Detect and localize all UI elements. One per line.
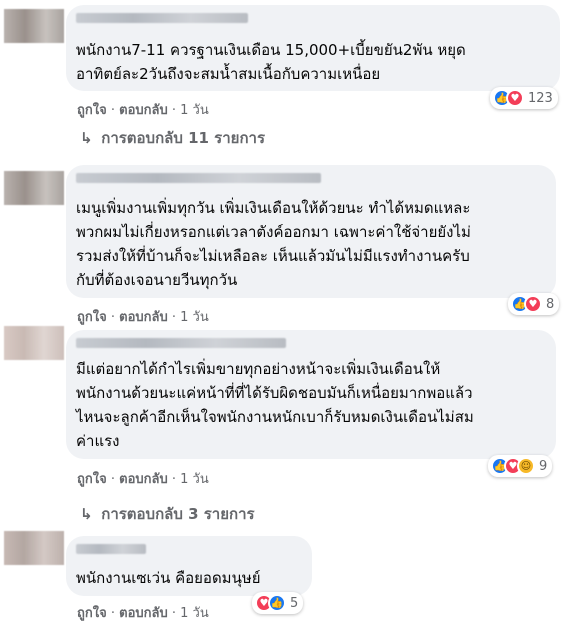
reaction-summary[interactable]: 👍 ♥ ☺ 9 [488, 455, 553, 477]
comment-text-line: รวมส่งให้ที่บ้านก็จะไม่เหลือละ เห็นแล้วม… [76, 247, 470, 265]
timestamp[interactable]: 1 วัน [180, 103, 209, 118]
avatar[interactable] [4, 171, 64, 205]
replies-label: การตอบกลับ 3 รายการ [101, 505, 255, 523]
heart-icon: ♥ [506, 89, 524, 107]
reaction-summary[interactable]: ♥ 👍 5 [252, 592, 304, 614]
commenter-name[interactable] [76, 544, 146, 554]
like-link[interactable]: ถูกใจ [77, 606, 107, 621]
comment-text-line: เมนูเพิ่มงานเพิ่มทุกวัน เพิ่มเงินเดือนให… [76, 199, 471, 217]
timestamp[interactable]: 1 วัน [180, 606, 209, 621]
reaction-count: 123 [528, 90, 553, 106]
comment-text-line: พนักงานเซเว่น คือยอดมนุษย์ [76, 569, 261, 587]
reply-link[interactable]: ตอบกลับ [119, 103, 168, 118]
replies-label: การตอบกลับ 11 รายการ [101, 129, 266, 147]
view-replies-link[interactable]: ↳ การตอบกลับ 11 รายการ [80, 126, 265, 150]
timestamp[interactable]: 1 วัน [180, 472, 209, 487]
commenter-name[interactable] [76, 173, 321, 183]
comment-actions: ถูกใจ · ตอบกลับ · 1 วัน [77, 606, 209, 621]
heart-icon: ♥ [524, 295, 542, 313]
thumbs-up-icon: 👍 [268, 594, 286, 612]
comment-text-line: พนักงานด้วยนะแค่หน้าที่ที่ได้รับผิดชอบมั… [76, 384, 473, 402]
reply-arrow-icon: ↳ [80, 505, 93, 523]
laugh-icon: ☺ [517, 457, 535, 475]
reaction-count: 8 [546, 296, 555, 312]
reply-link[interactable]: ตอบกลับ [119, 472, 168, 487]
comment-text-line: ค่าแรง [76, 432, 120, 450]
comment-actions: ถูกใจ · ตอบกลับ · 1 วัน [77, 472, 209, 487]
commenter-name[interactable] [76, 13, 248, 23]
avatar[interactable] [4, 326, 64, 360]
reaction-summary[interactable]: 👍 ♥ 8 [508, 293, 560, 315]
comment-text-line: ไหนจะลูกค้าอีกเห็นใจพนักงานหนักเบาก็รับห… [76, 408, 474, 426]
reaction-count: 9 [539, 458, 548, 474]
comment-actions: ถูกใจ · ตอบกลับ · 1 วัน [77, 310, 209, 325]
avatar[interactable] [4, 531, 64, 565]
reply-arrow-icon: ↳ [80, 129, 93, 147]
like-link[interactable]: ถูกใจ [77, 472, 107, 487]
comment-bubble: มีแต่อยากได้กำไรเพิ่มขายทุกอย่างหน้าจะเพ… [66, 330, 556, 459]
timestamp[interactable]: 1 วัน [180, 310, 209, 325]
comment-bubble: พนักงาน7-11 ควรฐานเงินเดือน 15,000+เบี้ย… [66, 5, 560, 91]
comment-bubble: เมนูเพิ่มงานเพิ่มทุกวัน เพิ่มเงินเดือนให… [66, 165, 556, 298]
reaction-summary[interactable]: 👍 ♥ 123 [490, 87, 558, 109]
comment-text-line: กับที่ต้องเจอนายวีนทุกวัน [76, 271, 238, 289]
view-replies-link[interactable]: ↳ การตอบกลับ 3 รายการ [80, 502, 255, 526]
comment-text-line: พนักงาน7-11 ควรฐานเงินเดือน 15,000+เบี้ย… [76, 41, 466, 59]
comment-text-line: มีแต่อยากได้กำไรเพิ่มขายทุกอย่างหน้าจะเพ… [76, 360, 441, 378]
commenter-name[interactable] [76, 338, 286, 348]
avatar[interactable] [4, 9, 64, 43]
comment-text-line: อาทิตย์ละ2วันถึงจะสมน้ำสมเนื้อกับความเหน… [76, 65, 381, 83]
reply-link[interactable]: ตอบกลับ [119, 310, 168, 325]
reaction-count: 5 [290, 595, 299, 611]
like-link[interactable]: ถูกใจ [77, 103, 107, 118]
comment-actions: ถูกใจ · ตอบกลับ · 1 วัน [77, 103, 209, 118]
reply-link[interactable]: ตอบกลับ [119, 606, 168, 621]
comment-bubble: พนักงานเซเว่น คือยอดมนุษย์ [66, 536, 312, 596]
like-link[interactable]: ถูกใจ [77, 310, 107, 325]
comment-text-line: พวกผมไม่เกี่ยงหรอกแต่เวลาตังค์ออกมา เฉพา… [76, 223, 471, 241]
